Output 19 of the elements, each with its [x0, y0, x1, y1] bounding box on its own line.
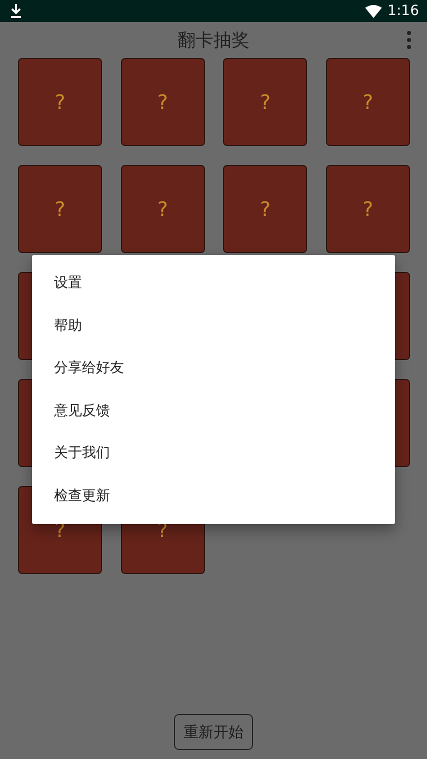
menu-item[interactable]: 帮助	[32, 304, 395, 347]
card[interactable]: ?	[120, 165, 205, 253]
status-time: 1:16	[388, 3, 419, 19]
restart-button[interactable]: 重新开始	[174, 714, 253, 750]
card[interactable]: ?	[223, 58, 308, 146]
menu-item[interactable]: 设置	[32, 262, 395, 304]
menu-item[interactable]: 关于我们	[32, 432, 395, 474]
menu-item[interactable]: 意见反馈	[32, 390, 395, 432]
menu-item[interactable]: 分享给好友	[32, 347, 395, 390]
card[interactable]: ?	[326, 165, 410, 253]
app-title: 翻卡抽奖	[178, 29, 250, 52]
download-icon	[10, 4, 22, 18]
wifi-icon	[364, 4, 382, 18]
card[interactable]: ?	[18, 165, 102, 253]
card[interactable]: ?	[18, 58, 102, 146]
more-icon[interactable]	[407, 31, 411, 49]
card[interactable]: ?	[326, 58, 410, 146]
card[interactable]: ?	[223, 165, 308, 253]
card[interactable]: ?	[120, 58, 205, 146]
